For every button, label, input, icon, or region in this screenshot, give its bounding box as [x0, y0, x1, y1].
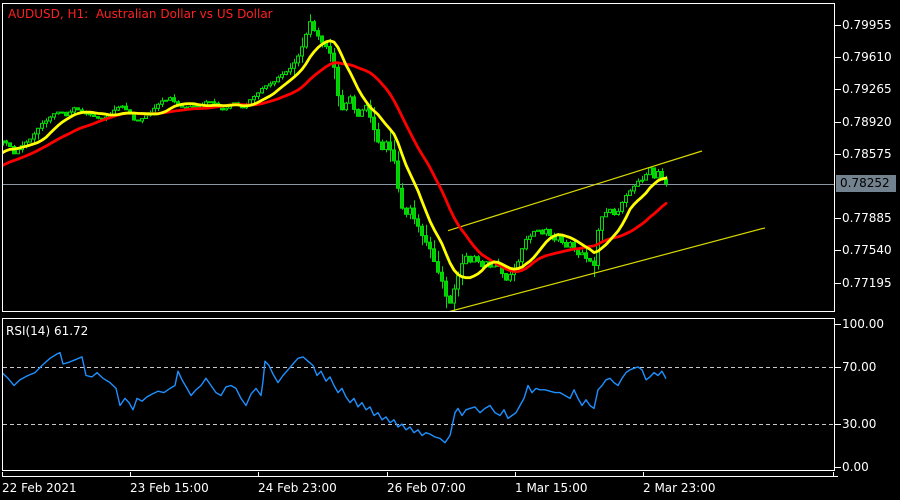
rsi-tick-label: 70.00: [842, 360, 877, 374]
time-tick-label: 24 Feb 23:00: [258, 481, 337, 495]
rsi-tick-label: 0.00: [842, 460, 869, 474]
rsi-tick-label: 100.00: [842, 317, 884, 331]
price-tick-label: 0.78920: [842, 115, 892, 129]
price-tick-label: 0.79610: [842, 50, 892, 64]
chart-canvas: [0, 0, 900, 500]
time-tick-label: 23 Feb 15:00: [130, 481, 209, 495]
time-tick-label: 2 Mar 23:00: [643, 481, 716, 495]
price-tick-label: 0.78575: [842, 147, 892, 161]
rsi-indicator-label: RSI(14) 61.72: [6, 324, 89, 338]
price-tick-label: 0.77195: [842, 276, 892, 290]
chart-window: AUDUSD, H1: Australian Dollar vs US Doll…: [0, 0, 900, 500]
chart-title: AUDUSD, H1: Australian Dollar vs US Doll…: [8, 7, 273, 21]
price-tick-label: 0.79955: [842, 18, 892, 32]
price-tick-label: 0.77885: [842, 211, 892, 225]
price-tick-label: 0.77540: [842, 243, 892, 257]
rsi-tick-label: 30.00: [842, 417, 877, 431]
time-tick-label: 1 Mar 15:00: [515, 481, 588, 495]
price-tick-label: 0.79265: [842, 82, 892, 96]
time-tick-label: 22 Feb 2021: [2, 481, 77, 495]
current-price-badge: 0.78252: [836, 175, 896, 192]
time-tick-label: 26 Feb 07:00: [387, 481, 466, 495]
